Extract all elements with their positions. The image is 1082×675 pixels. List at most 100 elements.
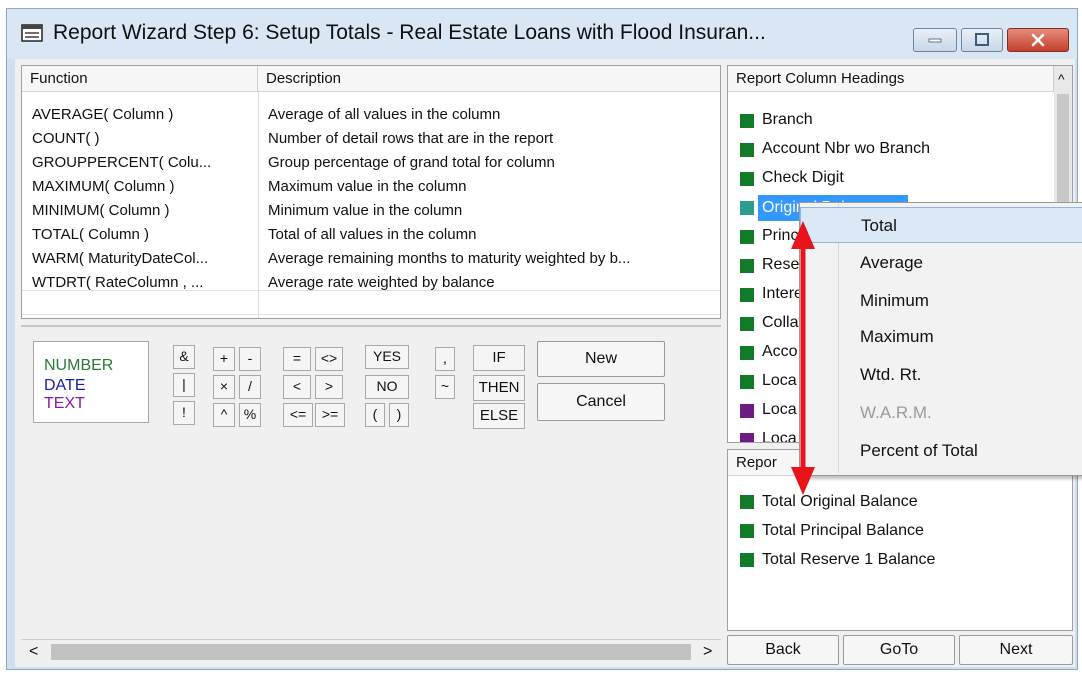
function-cell[interactable]: WTDRT( RateColumn , ... xyxy=(32,272,254,294)
column-headings-header: Report Column Headings xyxy=(728,66,1054,92)
scroll-right-icon[interactable]: > xyxy=(703,641,712,663)
number-type-marker xyxy=(740,172,754,186)
yes-button[interactable]: YES xyxy=(365,345,409,369)
menu-item-wtd-rt[interactable]: Wtd. Rt. xyxy=(800,357,1082,393)
maximize-button[interactable] xyxy=(961,28,1003,52)
left-paren-button[interactable]: ( xyxy=(365,403,385,427)
column-heading-item[interactable]: Account Nbr wo Branch xyxy=(762,137,930,161)
scroll-left-icon[interactable]: < xyxy=(29,641,38,663)
description-column-header[interactable]: Description xyxy=(258,66,720,92)
then-button[interactable]: THEN xyxy=(473,375,525,401)
horizontal-scrollbar[interactable]: < > xyxy=(21,639,721,663)
cancel-button[interactable]: Cancel xyxy=(537,383,665,421)
operator-times-button[interactable]: × xyxy=(213,375,235,399)
number-type-marker xyxy=(740,114,754,128)
number-type-marker xyxy=(740,288,754,302)
number-type-marker xyxy=(740,524,754,538)
description-cell: Number of detail rows that are in the re… xyxy=(268,130,554,147)
menu-item-total[interactable]: Total xyxy=(800,207,1082,243)
column-heading-item[interactable]: Check Digit xyxy=(762,166,844,190)
legend-number: NUMBER xyxy=(44,357,114,374)
tilde-button[interactable]: ~ xyxy=(435,375,455,399)
number-type-marker xyxy=(740,259,754,273)
description-cell: Average rate weighted by balance xyxy=(268,274,495,291)
row-gridline xyxy=(22,314,720,315)
report-totals-list[interactable]: Repor Total Original Balance Total Princ… xyxy=(727,449,1073,631)
number-type-marker xyxy=(740,553,754,567)
minimize-icon xyxy=(928,38,942,43)
legend-date: DATE xyxy=(44,377,86,394)
minimize-button[interactable] xyxy=(913,28,957,52)
report-icon xyxy=(21,24,43,42)
menu-item-warm: W.A.R.M. xyxy=(860,403,932,422)
number-type-marker xyxy=(740,317,754,331)
function-cell[interactable]: COUNT( ) xyxy=(32,128,254,150)
number-type-marker xyxy=(740,201,754,215)
data-type-legend: NUMBER DATE TEXT xyxy=(33,341,149,423)
function-column-header[interactable]: Function xyxy=(22,66,258,92)
comma-button[interactable]: , xyxy=(435,347,455,371)
description-cell: Average of all values in the column xyxy=(268,106,501,123)
function-cell[interactable]: AVERAGE( Column ) xyxy=(32,104,254,126)
function-cell[interactable]: TOTAL( Column ) xyxy=(32,224,254,246)
menu-item-minimum[interactable]: Minimum xyxy=(800,283,1082,319)
goto-button[interactable]: GoTo xyxy=(843,635,955,665)
operator-less-equal-button[interactable]: <= xyxy=(283,403,313,427)
description-cell: Average remaining months to maturity wei… xyxy=(268,250,631,267)
title-bar: Report Wizard Step 6: Setup Totals - Rea… xyxy=(7,9,1077,59)
operator-amp-button[interactable]: & xyxy=(173,345,195,369)
legend-text: TEXT xyxy=(44,395,85,412)
back-button[interactable]: Back xyxy=(727,635,839,665)
column-heading-item[interactable]: Branch xyxy=(762,108,813,132)
number-type-marker xyxy=(740,143,754,157)
operator-greater-than-button[interactable]: > xyxy=(315,375,343,399)
function-cell[interactable]: MINIMUM( Column ) xyxy=(32,200,254,222)
window-title: Report Wizard Step 6: Setup Totals - Rea… xyxy=(53,21,766,44)
number-type-marker xyxy=(740,375,754,389)
operator-not-equal-button[interactable]: <> xyxy=(315,347,343,371)
operator-caret-button[interactable]: ^ xyxy=(213,403,235,427)
total-item[interactable]: Total Reserve 1 Balance xyxy=(762,548,935,572)
close-icon xyxy=(1031,33,1045,47)
operator-bang-button[interactable]: ! xyxy=(173,401,195,425)
description-cell: Group percentage of grand total for colu… xyxy=(268,154,555,171)
number-type-marker xyxy=(740,230,754,244)
double-arrow-annotation xyxy=(791,221,815,495)
operator-minus-button[interactable]: - xyxy=(239,347,261,371)
description-cell: Minimum value in the column xyxy=(268,202,463,219)
close-button[interactable] xyxy=(1007,28,1069,52)
menu-item-average[interactable]: Average xyxy=(800,245,1082,281)
total-item[interactable]: Total Principal Balance xyxy=(762,519,924,543)
operator-less-than-button[interactable]: < xyxy=(283,375,311,399)
number-type-marker xyxy=(740,495,754,509)
totals-context-menu[interactable]: Total Average Minimum Maximum Wtd. Rt. W… xyxy=(799,202,1082,476)
new-button[interactable]: New xyxy=(537,341,665,377)
report-wizard-window: Report Wizard Step 6: Setup Totals - Rea… xyxy=(6,8,1082,670)
wizard-client-area: Function Description AVERAGE( Column ) A… xyxy=(15,59,1082,667)
column-divider xyxy=(258,92,259,318)
number-type-marker xyxy=(740,346,754,360)
operator-greater-equal-button[interactable]: >= xyxy=(315,403,345,427)
right-paren-button[interactable]: ) xyxy=(389,403,409,427)
function-cell[interactable]: GROUPPERCENT( Colu... xyxy=(32,152,254,174)
text-type-marker xyxy=(740,433,754,442)
if-button[interactable]: IF xyxy=(473,345,525,371)
operator-plus-button[interactable]: + xyxy=(213,347,235,371)
menu-item-percent-of-total[interactable]: Percent of Total xyxy=(800,433,1082,469)
operator-equals-button[interactable]: = xyxy=(283,347,311,371)
function-list[interactable]: Function Description AVERAGE( Column ) A… xyxy=(21,65,721,319)
maximize-icon xyxy=(975,33,989,46)
function-cell[interactable]: MAXIMUM( Column ) xyxy=(32,176,254,198)
scroll-up-icon[interactable]: ^ xyxy=(1058,68,1065,90)
next-button[interactable]: Next xyxy=(959,635,1073,665)
function-cell[interactable]: WARM( MaturityDateCol... xyxy=(32,248,254,270)
description-cell: Maximum value in the column xyxy=(268,178,467,195)
menu-item-maximum[interactable]: Maximum xyxy=(800,319,1082,355)
else-button[interactable]: ELSE xyxy=(473,403,525,429)
description-cell: Total of all values in the column xyxy=(268,226,477,243)
scrollbar-thumb[interactable] xyxy=(51,644,691,660)
operator-percent-button[interactable]: % xyxy=(239,403,261,427)
operator-pipe-button[interactable]: | xyxy=(173,373,195,397)
operator-divide-button[interactable]: / xyxy=(239,375,261,399)
no-button[interactable]: NO xyxy=(365,375,409,399)
